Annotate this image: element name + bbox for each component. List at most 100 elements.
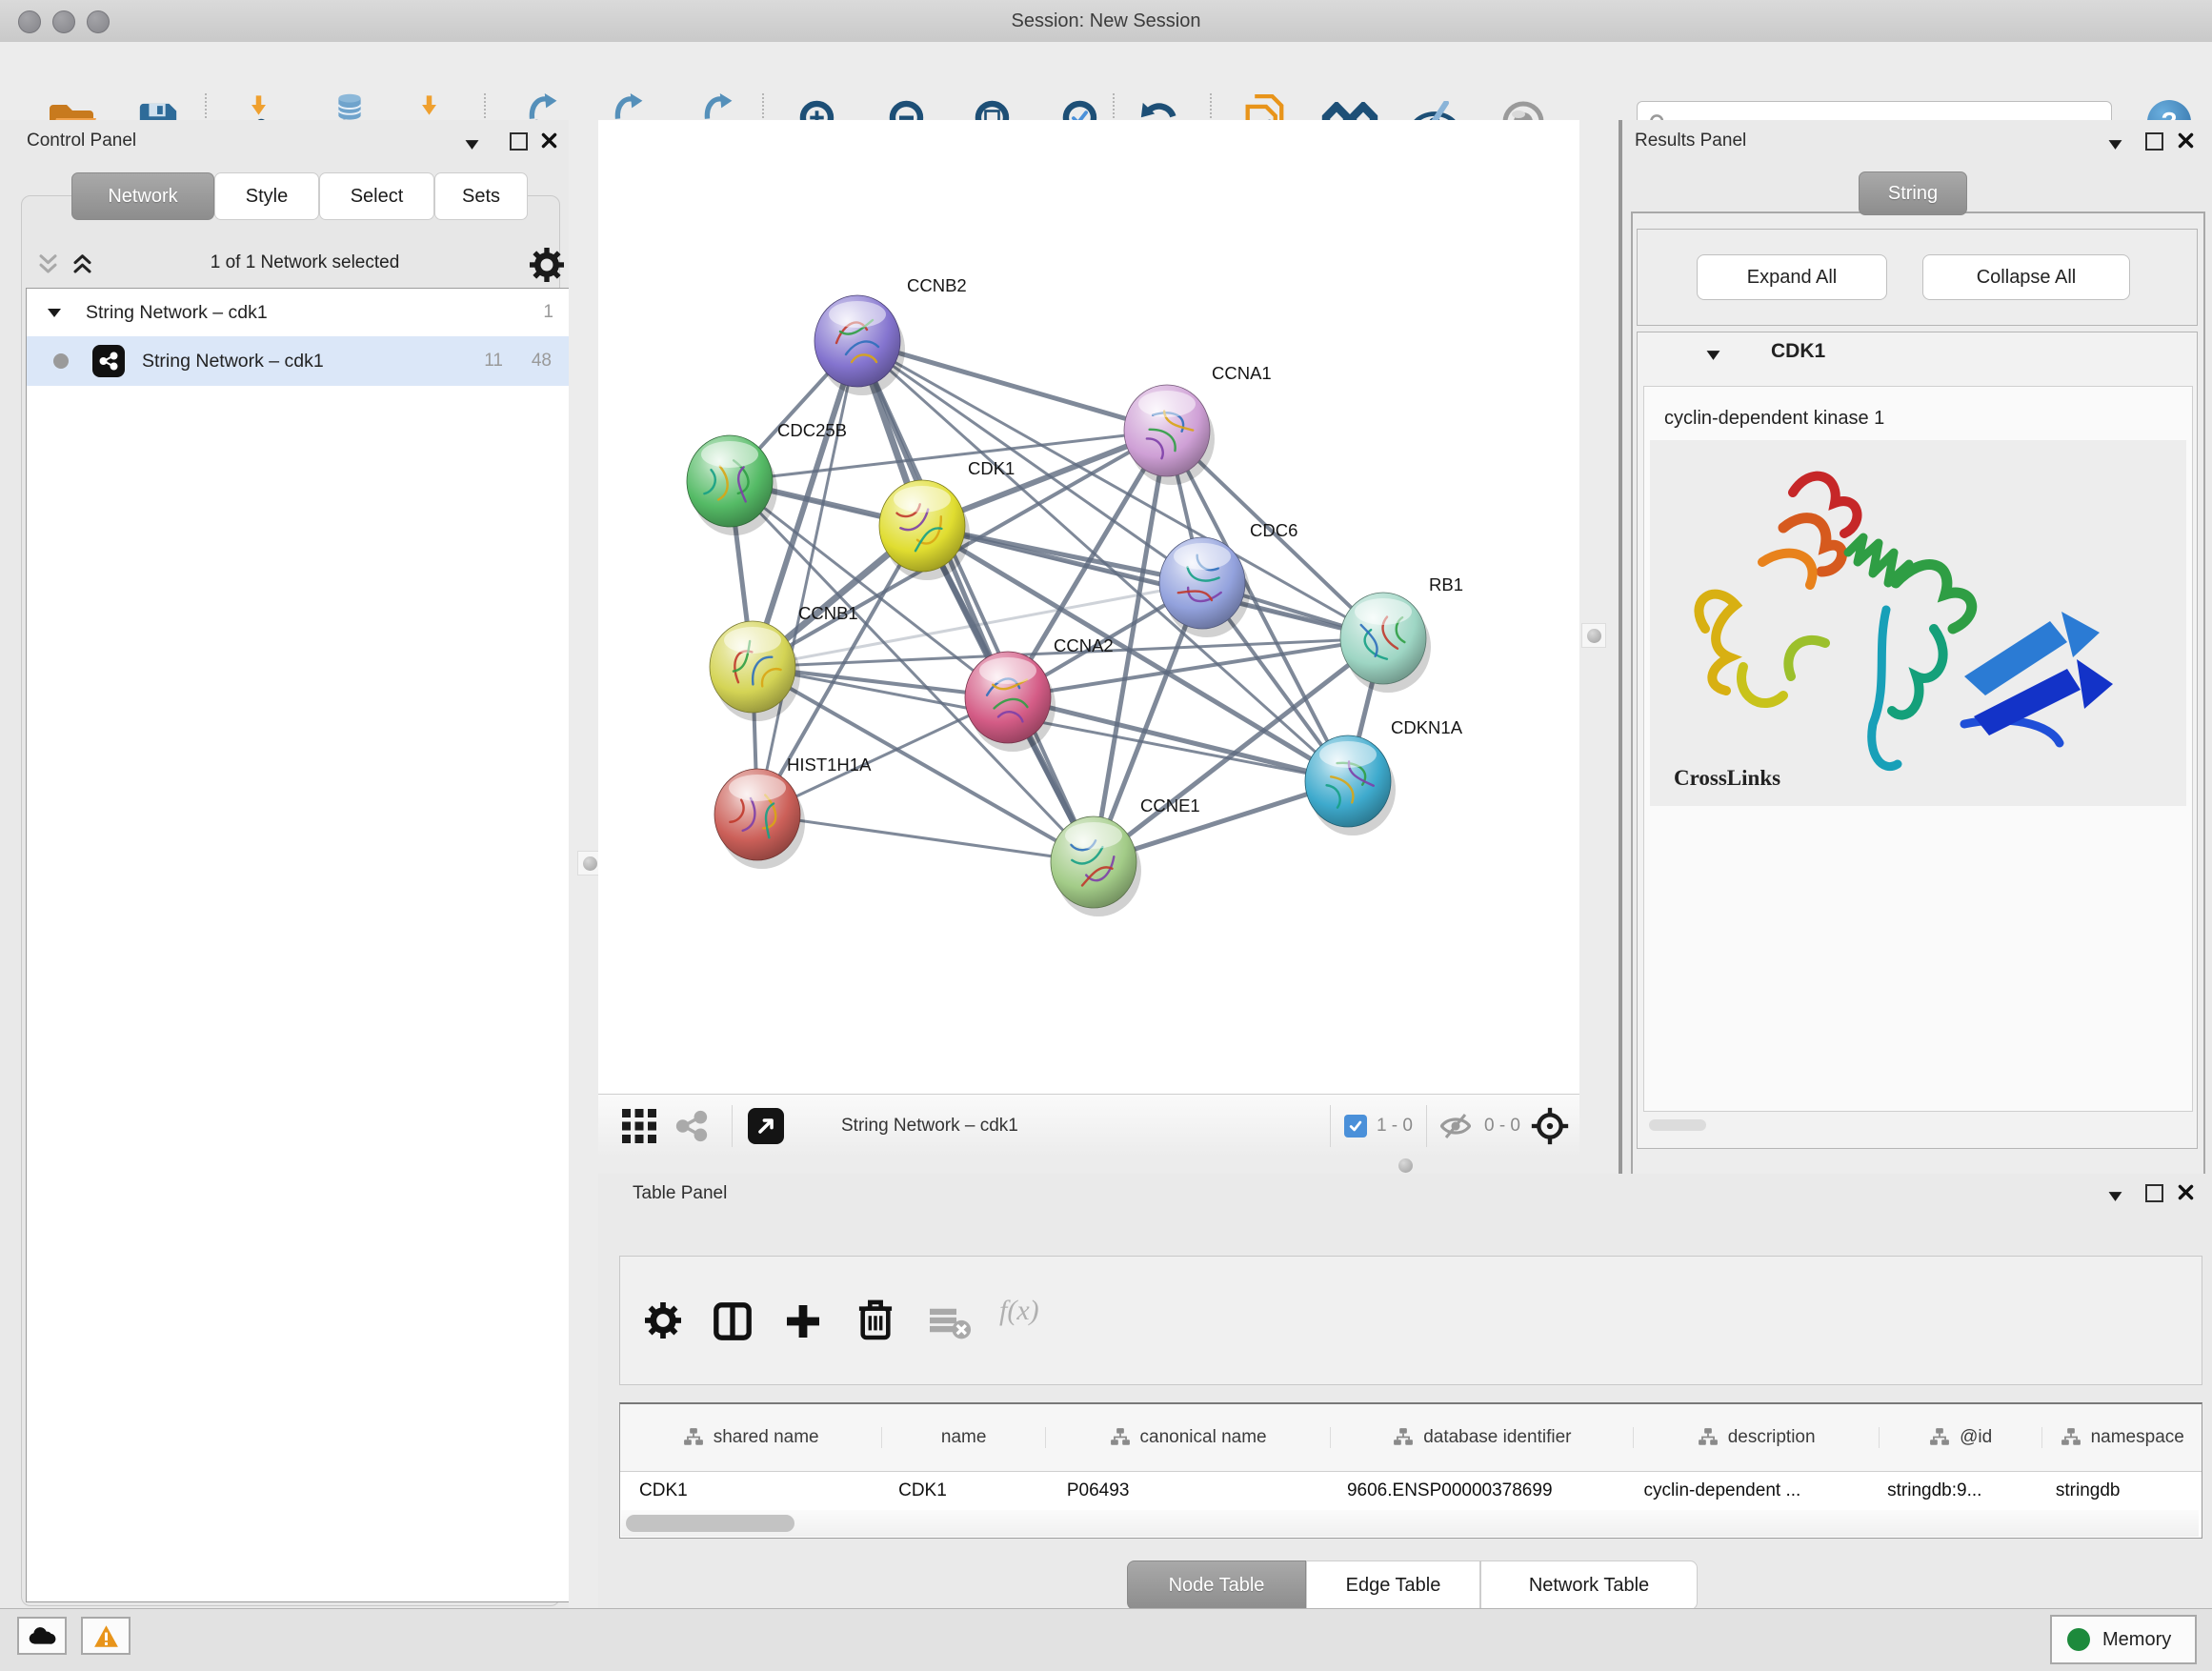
- table-panel-float-icon[interactable]: [2145, 1184, 2163, 1202]
- tree-column-icon: [1698, 1427, 1719, 1448]
- table-panel-menu-icon[interactable]: [2108, 1191, 2122, 1202]
- network-node-CCNA2[interactable]: [965, 652, 1056, 752]
- tab-style[interactable]: Style: [214, 172, 319, 220]
- column-header-canonical-name[interactable]: canonical name: [1046, 1427, 1331, 1448]
- table-toolbar: f(x): [619, 1256, 2202, 1385]
- collection-expand-icon[interactable]: [48, 309, 61, 317]
- network-view-title: String Network – cdk1: [841, 1116, 1018, 1137]
- function-builder-icon[interactable]: f(x): [999, 1295, 1039, 1327]
- tree-column-icon: [1110, 1427, 1131, 1448]
- results-panel-menu-icon[interactable]: [2108, 139, 2122, 151]
- gene-description: cyclin-dependent kinase 1: [1664, 408, 1884, 430]
- birds-eye-view-icon[interactable]: [1520, 1095, 1579, 1158]
- control-panel-menu-icon[interactable]: [465, 139, 479, 151]
- network-canvas[interactable]: CCNB2CCNA1CDC25BCDK1CDC6RB1CCNB1CCNA2CDK…: [598, 120, 1579, 1094]
- node-table: shared name name canonical name database…: [619, 1402, 2202, 1539]
- cytoscape-window: Session: New Session: [0, 0, 2212, 1671]
- tree-column-icon: [683, 1427, 704, 1448]
- delete-table-icon[interactable]: [927, 1306, 973, 1340]
- show-columns-icon[interactable]: [712, 1300, 754, 1342]
- tab-string[interactable]: String: [1859, 171, 1967, 215]
- table-panel-close-icon[interactable]: [2178, 1184, 2194, 1200]
- collapse-all-button[interactable]: Collapse All: [1922, 254, 2130, 300]
- network-options-gear-icon[interactable]: [530, 248, 564, 282]
- memory-status-dot: [2067, 1628, 2090, 1651]
- control-panel-float-icon[interactable]: [510, 132, 528, 151]
- control-panel-close-icon[interactable]: [541, 132, 557, 149]
- column-header-at-id[interactable]: @id: [1880, 1427, 2043, 1448]
- tab-network[interactable]: Network: [71, 172, 214, 220]
- collapse-all-networks-icon[interactable]: [36, 252, 60, 277]
- tab-network-table[interactable]: Network Table: [1480, 1560, 1698, 1610]
- grid-view-icon[interactable]: [612, 1095, 667, 1158]
- node-label-CDC6: CDC6: [1250, 520, 1297, 540]
- right-splitter-handle[interactable]: [1581, 623, 1606, 648]
- tab-edge-table[interactable]: Edge Table: [1306, 1560, 1480, 1610]
- tab-node-table[interactable]: Node Table: [1127, 1560, 1306, 1610]
- results-panel: Results Panel String Expand All Collapse…: [1622, 120, 2212, 1174]
- network-collection-row[interactable]: String Network – cdk1 1: [27, 289, 574, 336]
- gene-details: cyclin-dependent kinase 1: [1643, 386, 2193, 1112]
- network-node-CCNB2[interactable]: [814, 295, 905, 395]
- netbar-separator: [732, 1105, 733, 1147]
- node-label-HIST1H1A: HIST1H1A: [787, 755, 872, 775]
- gene-collapse-icon[interactable]: [1706, 350, 1720, 361]
- memory-button[interactable]: Memory: [2050, 1615, 2197, 1664]
- results-hscrollbar[interactable]: [1645, 1117, 2189, 1133]
- network-node-CCNA1[interactable]: [1124, 385, 1215, 485]
- column-header-name[interactable]: name: [882, 1427, 1046, 1448]
- memory-label: Memory: [2102, 1629, 2171, 1651]
- network-node-count: 11: [484, 351, 503, 372]
- tab-select[interactable]: Select: [319, 172, 434, 220]
- network-node-HIST1H1A[interactable]: [714, 769, 805, 869]
- selected-checkbox[interactable]: [1344, 1115, 1367, 1137]
- table-hscrollbar[interactable]: [621, 1510, 2199, 1537]
- column-header-shared-name[interactable]: shared name: [620, 1427, 882, 1448]
- window-title: Session: New Session: [0, 0, 2212, 42]
- tab-sets[interactable]: Sets: [434, 172, 528, 220]
- node-label-CDKN1A: CDKN1A: [1391, 717, 1463, 737]
- detach-view-button[interactable]: [748, 1108, 784, 1144]
- network-edge[interactable]: [757, 341, 857, 815]
- status-bar: Memory: [0, 1608, 2212, 1671]
- column-header-namespace[interactable]: namespace: [2042, 1427, 2202, 1448]
- results-panel-float-icon[interactable]: [2145, 132, 2163, 151]
- network-node-CDC25B[interactable]: [687, 435, 777, 535]
- results-panel-close-icon[interactable]: [2178, 132, 2194, 149]
- network-node-CCNE1[interactable]: [1051, 816, 1141, 916]
- network-node-CDK1[interactable]: [879, 480, 970, 580]
- cell-name: CDK1: [879, 1480, 1048, 1501]
- delete-column-icon[interactable]: [855, 1297, 896, 1342]
- cloud-status-button[interactable]: [17, 1617, 67, 1655]
- add-column-icon[interactable]: [782, 1300, 824, 1342]
- cell-at-id: stringdb:9...: [1868, 1480, 2037, 1501]
- column-header-description[interactable]: description: [1634, 1427, 1879, 1448]
- table-row[interactable]: CDK1 CDK1 P06493 9606.ENSP00000378699 cy…: [620, 1472, 2202, 1510]
- tree-column-icon: [1929, 1427, 1950, 1448]
- network-node-RB1[interactable]: [1340, 593, 1431, 693]
- network-view-toolbar: String Network – cdk1 1 - 0 0 - 0: [598, 1094, 1579, 1158]
- network-edge[interactable]: [857, 341, 1094, 862]
- cell-shared-name: CDK1: [620, 1480, 879, 1501]
- network-collection-label: String Network – cdk1: [86, 302, 268, 324]
- cell-namespace: stringdb: [2037, 1480, 2202, 1501]
- column-header-database-identifier[interactable]: database identifier: [1331, 1427, 1634, 1448]
- horizontal-splitter-handle[interactable]: [1398, 1158, 1413, 1173]
- cell-database-identifier: 9606.ENSP00000378699: [1328, 1480, 1625, 1501]
- node-label-CCNE1: CCNE1: [1140, 795, 1200, 815]
- expand-all-networks-icon[interactable]: [70, 252, 94, 277]
- network-share-icon[interactable]: [667, 1095, 716, 1158]
- selected-counts: 1 - 0: [1377, 1116, 1413, 1137]
- table-settings-gear-icon[interactable]: [643, 1300, 683, 1340]
- expand-all-button[interactable]: Expand All: [1697, 254, 1887, 300]
- network-selection-status: 1 of 1 Network selected: [105, 252, 505, 273]
- warnings-button[interactable]: [81, 1617, 131, 1655]
- table-hscrollbar-thumb[interactable]: [626, 1515, 794, 1532]
- gene-name: CDK1: [1771, 340, 1825, 363]
- horizontal-splitter[interactable]: [598, 1157, 1579, 1174]
- network-edge[interactable]: [757, 815, 1094, 862]
- hidden-eye-icon[interactable]: [1438, 1113, 1475, 1139]
- network-list: String Network – cdk1 1 String Network –…: [26, 288, 575, 1602]
- network-node-CDKN1A[interactable]: [1305, 735, 1396, 836]
- network-row[interactable]: String Network – cdk1 11 48: [27, 336, 574, 386]
